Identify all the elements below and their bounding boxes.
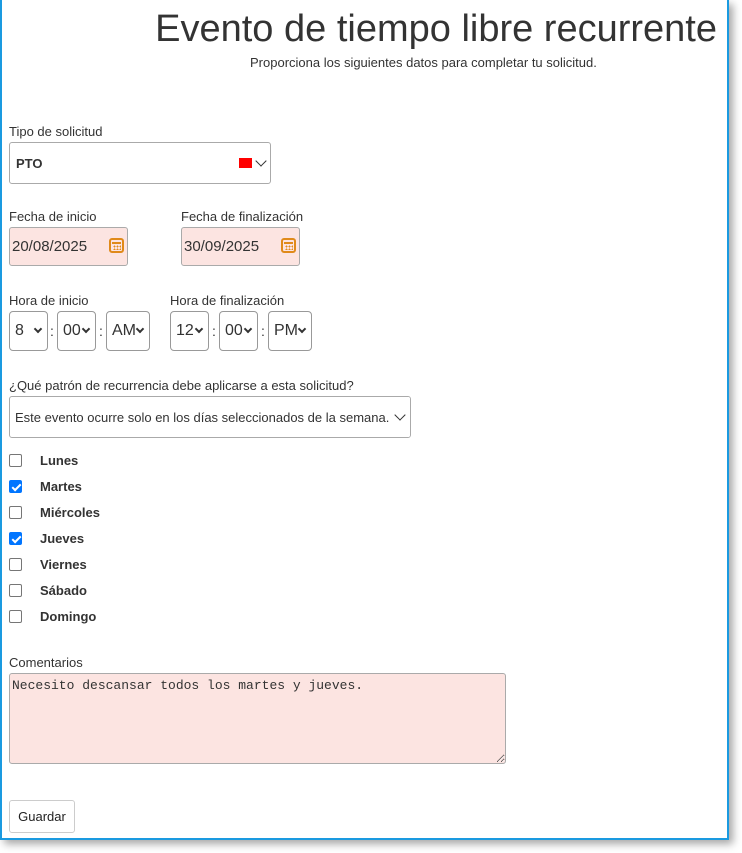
end-time-label: Hora de finalización [170, 293, 285, 308]
request-type-select[interactable]: PTO [9, 142, 271, 184]
end-minute-value: 00 [225, 322, 243, 339]
request-type-value: PTO [16, 156, 43, 171]
start-minute-value: 00 [63, 322, 81, 339]
day-label-lunes: Lunes [40, 453, 79, 468]
chevron-down-icon [243, 324, 253, 334]
day-label-martes: Martes [40, 479, 82, 494]
end-minute-select[interactable]: 00 [219, 311, 258, 351]
checkbox-jueves[interactable] [9, 532, 22, 545]
request-type-label: Tipo de solicitud [9, 124, 103, 139]
start-ampm-select[interactable]: AM [106, 311, 150, 351]
end-hour-value: 12 [176, 322, 194, 339]
form-window: Evento de tiempo libre recurrente Propor… [0, 0, 729, 840]
checkbox-martes[interactable] [9, 480, 22, 493]
day-label-jueves: Jueves [40, 531, 85, 546]
day-label-viernes: Viernes [40, 557, 87, 572]
calendar-icon[interactable] [109, 238, 124, 253]
save-button[interactable]: Guardar [9, 800, 75, 833]
end-date-input[interactable]: 30/09/2025 [181, 227, 300, 266]
start-date-input[interactable]: 20/08/2025 [9, 227, 128, 266]
checkbox-sabado[interactable] [9, 584, 22, 597]
chevron-down-icon [33, 324, 43, 334]
start-minute-select[interactable]: 00 [57, 311, 96, 351]
request-type-color-swatch [239, 158, 252, 168]
start-hour-select[interactable]: 8 [9, 311, 48, 351]
day-label-sabado: Sábado [40, 583, 87, 598]
time-separator: : [99, 323, 103, 339]
chevron-down-icon [194, 324, 204, 334]
day-label-domingo: Domingo [40, 609, 97, 624]
page-subtitle: Proporciona los siguientes datos para co… [250, 55, 597, 70]
time-separator: : [212, 323, 216, 339]
start-hour-value: 8 [15, 322, 24, 339]
recurrence-label: ¿Qué patrón de recurrencia debe aplicars… [9, 378, 354, 393]
start-date-value: 20/08/2025 [12, 238, 88, 255]
start-ampm-value: AM [112, 322, 136, 339]
start-date-label: Fecha de inicio [9, 209, 97, 224]
start-time-label: Hora de inicio [9, 293, 89, 308]
time-separator: : [50, 323, 54, 339]
comments-textarea[interactable]: Necesito descansar todos los martes y ju… [9, 673, 506, 764]
end-date-value: 30/09/2025 [184, 238, 260, 255]
end-date-label: Fecha de finalización [181, 209, 304, 224]
chevron-down-icon [81, 324, 91, 334]
checkbox-domingo[interactable] [9, 610, 22, 623]
day-label-miercoles: Miércoles [40, 505, 100, 520]
page-title: Evento de tiempo libre recurrente [155, 8, 717, 50]
chevron-down-icon [135, 324, 145, 334]
time-separator: : [261, 323, 265, 339]
recurrence-select[interactable]: Este evento ocurre solo en los días sele… [9, 396, 411, 438]
recurrence-value: Este evento ocurre solo en los días sele… [15, 410, 390, 425]
chevron-down-icon [255, 155, 267, 167]
end-ampm-value: PM [274, 322, 298, 339]
checkbox-lunes[interactable] [9, 454, 22, 467]
checkbox-viernes[interactable] [9, 558, 22, 571]
end-ampm-select[interactable]: PM [268, 311, 312, 351]
calendar-icon[interactable] [281, 238, 296, 253]
chevron-down-icon [297, 324, 307, 334]
end-hour-select[interactable]: 12 [170, 311, 209, 351]
comments-label: Comentarios [9, 655, 83, 670]
checkbox-miercoles[interactable] [9, 506, 22, 519]
